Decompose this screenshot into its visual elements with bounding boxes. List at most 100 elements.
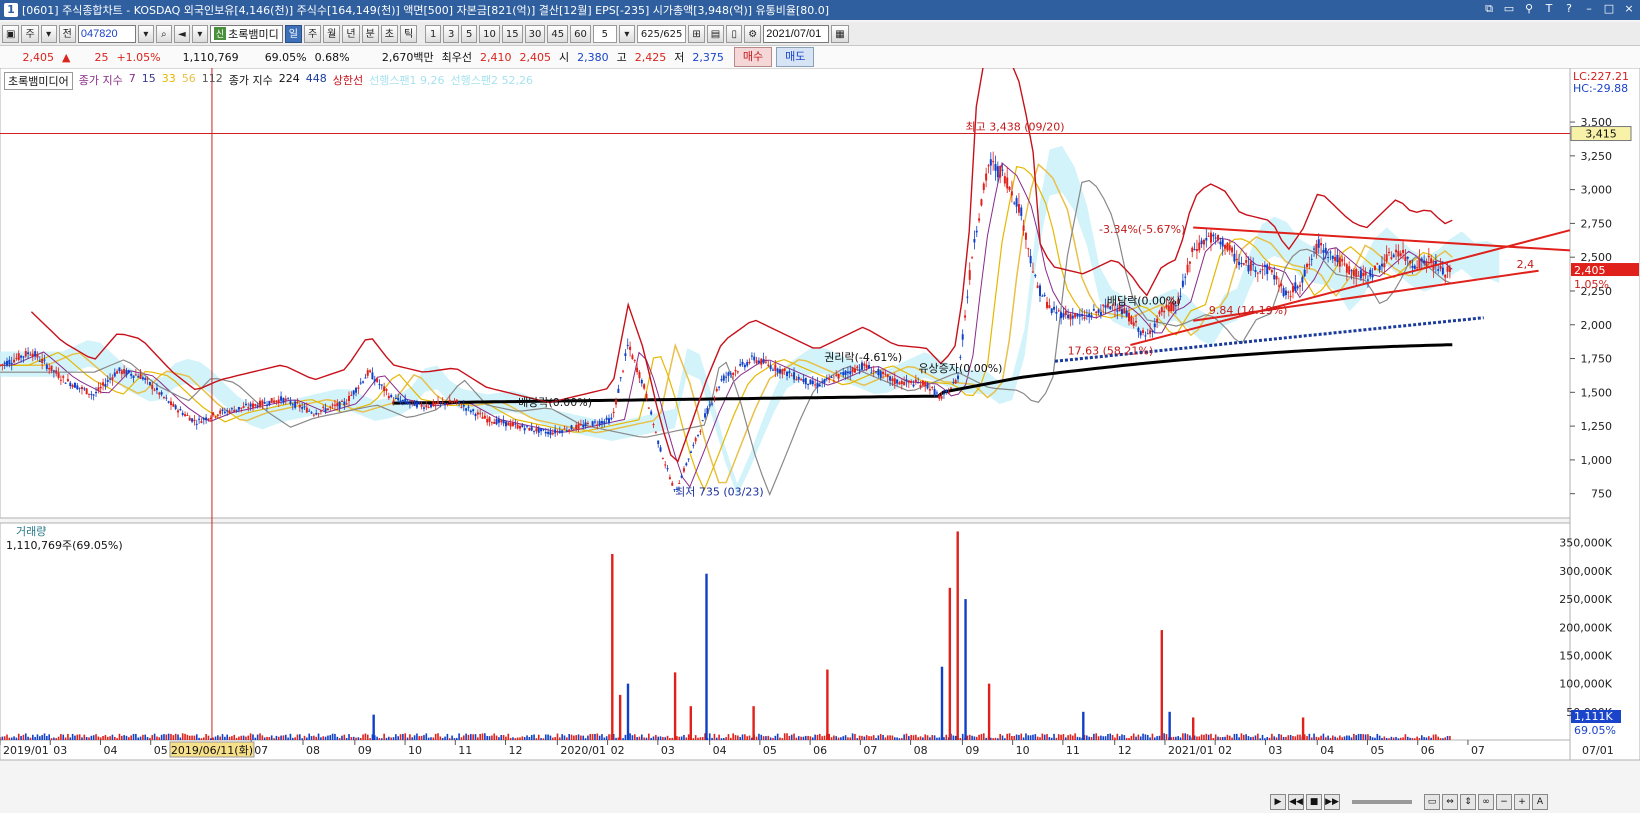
candle-body [15,357,18,359]
candle-body [348,395,351,401]
help-icon[interactable]: ? [1562,2,1576,16]
interval-10[interactable]: 10 [479,24,500,43]
period-second[interactable]: 초 [380,24,398,43]
volume-bar [1125,737,1128,740]
candle-body [1263,264,1266,267]
candle-body [1142,330,1145,333]
candle-body [720,379,723,381]
market-select[interactable]: 주 [21,24,39,43]
stop-icon[interactable]: ■ [1306,794,1322,810]
stock-code-input[interactable] [77,24,136,43]
candle-body [249,403,252,407]
price-chart[interactable]: 최고 3,438 (09/20) 최저 735 (03/23) 권리락(-4.61%… [0,68,1640,813]
period-year[interactable]: 년 [342,24,360,43]
date-label: 03 [661,744,675,757]
fast-forward-icon[interactable]: ▶▶ [1324,794,1340,810]
volume-bar [481,733,484,740]
candle-body [1062,313,1065,318]
volume-bar [376,736,378,740]
screen-icon[interactable]: ▣ [2,24,20,43]
volume-bar [294,737,296,740]
scroll-right-icon[interactable]: ▶ [1270,794,1286,810]
window-icon[interactable]: ▭ [1502,2,1516,16]
count-display[interactable]: 625/625 [636,24,687,43]
chart-type-icon[interactable]: ▤ [706,24,725,43]
zoom-fit-icon[interactable]: ▭ [1424,794,1440,810]
rewind-icon[interactable]: ◀◀ [1288,794,1304,810]
volume-bar [1264,738,1266,740]
volume-bar [1076,736,1079,740]
interval-3[interactable]: 3 [443,24,460,43]
volume-bar [458,733,460,740]
calendar-icon[interactable]: ▦ [831,24,849,43]
code-dropdown-icon[interactable]: ▾ [137,24,154,43]
chevron-down-icon[interactable]: ▾ [191,24,208,43]
volume-bar [1102,736,1105,740]
compress-icon[interactable]: ⇔ [1442,794,1458,810]
volume-bar [926,735,929,740]
period-minute[interactable]: 분 [361,24,379,43]
period-day[interactable]: 일 [284,24,302,43]
candle-body [1,364,4,366]
all-button[interactable]: 전 [58,24,76,43]
zoom-in-icon[interactable]: + [1514,794,1530,810]
chevron-down-icon[interactable]: ▾ [40,24,57,43]
period-week[interactable]: 주 [303,24,322,43]
save-icon[interactable]: ▯ [726,24,743,43]
maximize-icon[interactable]: □ [1602,2,1616,16]
interval-input[interactable]: 5 [592,24,617,43]
chevron-down-icon[interactable]: ▾ [618,24,635,43]
volume-bar [1233,733,1236,740]
interval-1[interactable]: 1 [425,24,442,43]
date-label: 05 [1370,744,1384,757]
grid-toggle-icon[interactable]: ⊞ [688,24,705,43]
volume-bar [1259,738,1261,740]
close-icon[interactable]: × [1622,2,1636,16]
pin-icon[interactable]: ⚲ [1522,2,1536,16]
interval-60[interactable]: 60 [570,24,591,43]
gear-icon[interactable]: ⚙ [744,24,762,43]
layout-icon[interactable]: ⧉ [1482,2,1496,16]
candle-body [137,376,140,378]
volume-bar [1130,735,1133,740]
stock-name[interactable]: 신 초록뱀미디 [209,24,283,43]
candle-body [158,392,161,395]
volume-bar [324,736,327,740]
scroll-track[interactable] [1352,800,1412,804]
period-month[interactable]: 월 [323,24,341,43]
buy-button[interactable]: 매수 [733,47,773,67]
expand-icon[interactable]: ⇕ [1460,794,1476,810]
candle-body [711,403,714,405]
candle-body [383,386,386,392]
volume-bar [479,733,481,740]
candle-body [1254,269,1257,272]
current-price: 2,405 [22,50,55,64]
volume-bar [1364,734,1367,740]
interval-30[interactable]: 30 [524,24,546,43]
interval-15[interactable]: 15 [501,24,523,43]
candle-body [301,407,304,409]
volume-bar [308,733,310,740]
interval-45[interactable]: 45 [547,24,569,43]
link-icon[interactable]: ∞ [1478,794,1494,810]
candle-body [727,372,730,376]
zoom-out-icon[interactable]: − [1496,794,1512,810]
speaker-icon[interactable]: ◄ [173,24,190,43]
sell-button[interactable]: 매도 [776,47,815,67]
candle-body [968,270,971,280]
search-icon[interactable]: ⌕ [155,24,172,43]
date-input[interactable] [763,24,830,43]
candle-body [825,378,828,380]
legend-stock-name[interactable]: 초록뱀미디어 [4,72,73,90]
interval-5[interactable]: 5 [461,24,478,43]
volume-bar [814,734,816,740]
volume-bar [41,735,43,740]
period-tick[interactable]: 틱 [399,24,418,43]
font-icon[interactable]: A [1532,794,1548,810]
candle-body [750,355,753,357]
text-icon[interactable]: T [1542,2,1556,16]
volume-bar [172,735,175,740]
chart-scrollbar[interactable]: ▶ ◀◀ ■ ▶▶ ▭ ⇔ ⇕ ∞ − + A [1270,794,1640,810]
minimize-icon[interactable]: – [1582,2,1596,16]
volume-bar [334,733,336,740]
